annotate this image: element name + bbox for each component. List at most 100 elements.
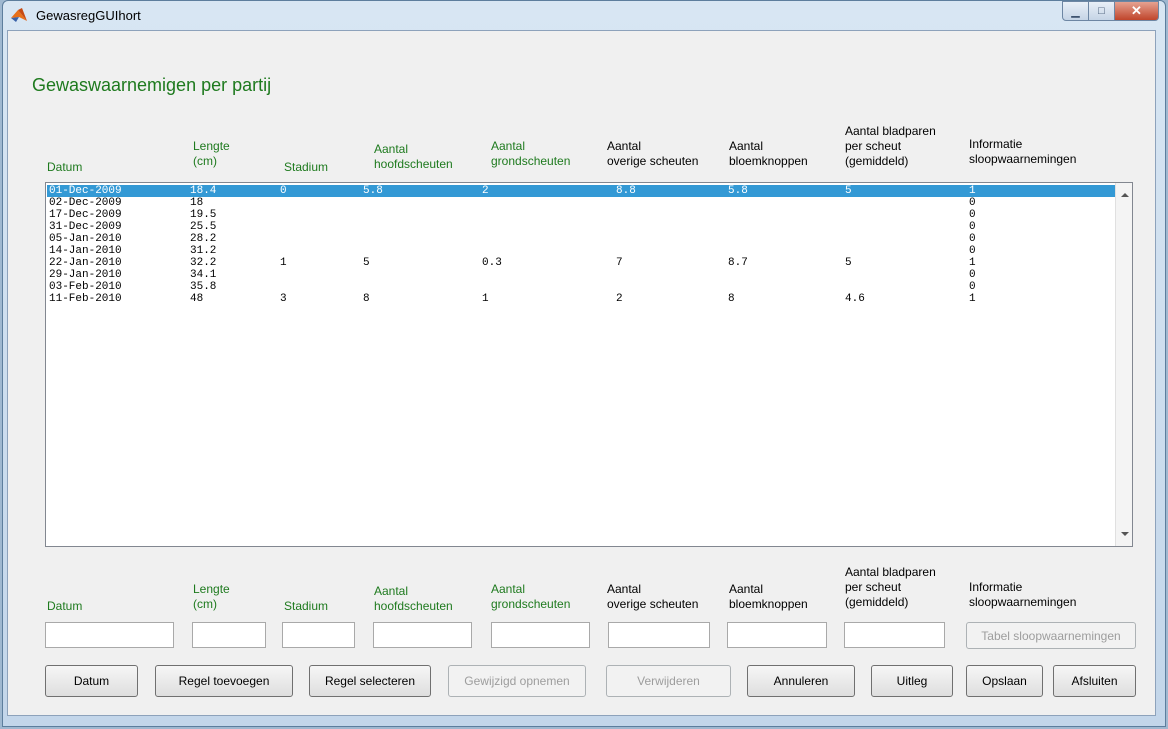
list-cell: 01-Dec-2009 <box>49 185 122 197</box>
list-cell: 0 <box>969 269 976 281</box>
header-info-line1: Informatie <box>969 137 1023 151</box>
page-title: Gewaswaarnemigen per partij <box>32 75 272 95</box>
header-hoofd-line2: hoofdscheuten <box>374 157 453 171</box>
list-row[interactable]: 05-Jan-2010 28.2 0 <box>47 233 1115 245</box>
afsluiten-button[interactable]: Afsluiten <box>1053 665 1136 697</box>
list-cell: 28.2 <box>190 233 217 245</box>
list-row[interactable]: 01-Dec-2009 18.4 0 5.8 2 8.8 5.8 5 1 <box>47 185 1115 197</box>
bladparen-input[interactable] <box>845 623 944 647</box>
list-row[interactable]: 22-Jan-2010 32.2 1 5 0.3 7 8.7 5 1 <box>47 257 1115 269</box>
verwijderen-button[interactable]: Verwijderen <box>606 665 731 697</box>
list-cell: 1 <box>969 257 976 269</box>
list-cell: 8 <box>728 293 735 305</box>
lower-header-grond-line2: grondscheuten <box>491 597 571 611</box>
list-cell: 2 <box>616 293 623 305</box>
gewijzigd-opnemen-button[interactable]: Gewijzigd opnemen <box>448 665 586 697</box>
lower-header-bloemknoppen: Aantal bloemknoppen <box>729 582 808 612</box>
list-cell: 35.8 <box>190 281 217 293</box>
list-cell: 11-Feb-2010 <box>49 293 122 305</box>
lengte-input[interactable] <box>193 623 265 647</box>
header-bloemknoppen: Aantal bloemknoppen <box>729 139 808 169</box>
stadium-field[interactable] <box>282 622 355 648</box>
lower-header-blad-line3: (gemiddeld) <box>845 595 909 609</box>
header-overig-line2: overige scheuten <box>607 154 699 168</box>
scroll-up-icon[interactable] <box>1121 193 1129 197</box>
uitleg-button[interactable]: Uitleg <box>871 665 953 697</box>
list-row[interactable]: 02-Dec-2009 18 0 <box>47 197 1115 209</box>
header-bladparen: Aantal bladparen per scheut (gemiddeld) <box>845 124 936 169</box>
header-lengte: Lengte (cm) <box>193 139 230 169</box>
vertical-scrollbar[interactable] <box>1115 183 1132 546</box>
header-grond-line1: Aantal <box>491 139 526 153</box>
header-blad-line1: Aantal bladparen <box>845 124 936 138</box>
header-lengte-line1: Lengte <box>193 139 230 153</box>
lower-header-blad-line1: Aantal bladparen <box>845 565 936 579</box>
list-cell: 5.8 <box>363 185 383 197</box>
header-stadium: Stadium <box>284 160 329 174</box>
list-row[interactable]: 11-Feb-2010 48 3 8 1 2 8 4.6 1 <box>47 293 1115 305</box>
list-cell: 34.1 <box>190 269 217 281</box>
list-row[interactable]: 29-Jan-2010 34.1 0 <box>47 269 1115 281</box>
header-informatie: Informatie sloopwaarnemingen <box>969 137 1076 167</box>
bladparen-field[interactable] <box>844 622 945 648</box>
lower-header-datum: Datum <box>47 599 83 613</box>
header-blad-line3: (gemiddeld) <box>845 154 909 168</box>
list-cell: 0 <box>969 281 976 293</box>
list-cell: 7 <box>616 257 623 269</box>
minimize-button[interactable]: ▁ <box>1062 1 1089 21</box>
lengte-field[interactable] <box>192 622 266 648</box>
bloemknoppen-field[interactable] <box>727 622 827 648</box>
opslaan-button[interactable]: Opslaan <box>966 665 1043 697</box>
stadium-input[interactable] <box>283 623 354 647</box>
list-cell: 31-Dec-2009 <box>49 221 122 233</box>
maximize-button[interactable]: □ <box>1089 1 1115 21</box>
lower-header-overige-scheuten: Aantal overige scheuten <box>607 582 698 612</box>
observations-listbox[interactable]: 01-Dec-2009 18.4 0 5.8 2 8.8 5.8 5 1 02-Dec-2009 1… <box>45 182 1133 547</box>
header-datum: Datum <box>47 160 83 174</box>
regel-selecteren-button[interactable]: Regel selecteren <box>309 665 431 697</box>
datum-button[interactable]: Datum <box>45 665 138 697</box>
annuleren-button[interactable]: Annuleren <box>747 665 855 697</box>
list-row[interactable]: 31-Dec-2009 25.5 0 <box>47 221 1115 233</box>
list-cell: 0.3 <box>482 257 502 269</box>
list-row[interactable]: 03-Feb-2010 35.8 0 <box>47 281 1115 293</box>
header-overig-line1: Aantal <box>607 139 642 153</box>
list-cell: 4.6 <box>845 293 865 305</box>
scroll-down-icon[interactable] <box>1121 532 1129 536</box>
datum-input[interactable] <box>46 623 173 647</box>
matlab-icon <box>11 8 27 22</box>
hoofdscheuten-field[interactable] <box>373 622 472 648</box>
list-cell: 0 <box>969 233 976 245</box>
list-cell: 5 <box>363 257 370 269</box>
header-hoofd-line1: Aantal <box>374 142 409 156</box>
title-bar: GewasregGUIhort ▁ □ ✕ <box>3 1 1165 31</box>
list-cell: 5 <box>845 185 852 197</box>
list-cell: 0 <box>969 197 976 209</box>
lower-header-bladparen: Aantal bladparen per scheut (gemiddeld) <box>845 565 936 610</box>
grondscheuten-input[interactable] <box>492 623 589 647</box>
list-cell: 25.5 <box>190 221 217 233</box>
lower-header-stadium: Stadium <box>284 599 329 613</box>
list-cell: 22-Jan-2010 <box>49 257 122 269</box>
close-button[interactable]: ✕ <box>1115 1 1159 21</box>
list-cell: 8 <box>363 293 370 305</box>
window-title: GewasregGUIhort <box>36 8 141 23</box>
lower-header-grond-line1: Aantal <box>491 582 526 596</box>
hoofdscheuten-input[interactable] <box>374 623 471 647</box>
grondscheuten-field[interactable] <box>491 622 590 648</box>
datum-field[interactable] <box>45 622 174 648</box>
tabel-sloopwaarnemingen-button[interactable]: Tabel sloopwaarnemingen <box>966 622 1136 649</box>
overige-scheuten-input[interactable] <box>609 623 709 647</box>
list-cell: 18.4 <box>190 185 217 197</box>
header-hoofdscheuten: Aantal hoofdscheuten <box>374 142 453 172</box>
bloemknoppen-input[interactable] <box>728 623 826 647</box>
lower-header-hoofd-line1: Aantal <box>374 584 409 598</box>
lower-header-lengte-line1: Lengte <box>193 582 230 596</box>
list-row[interactable]: 14-Jan-2010 31.2 0 <box>47 245 1115 257</box>
list-row[interactable]: 17-Dec-2009 19.5 0 <box>47 209 1115 221</box>
header-grond-line2: grondscheuten <box>491 154 571 168</box>
overige-scheuten-field[interactable] <box>608 622 710 648</box>
list-cell: 8.8 <box>616 185 636 197</box>
list-cell: 17-Dec-2009 <box>49 209 122 221</box>
regel-toevoegen-button[interactable]: Regel toevoegen <box>155 665 293 697</box>
